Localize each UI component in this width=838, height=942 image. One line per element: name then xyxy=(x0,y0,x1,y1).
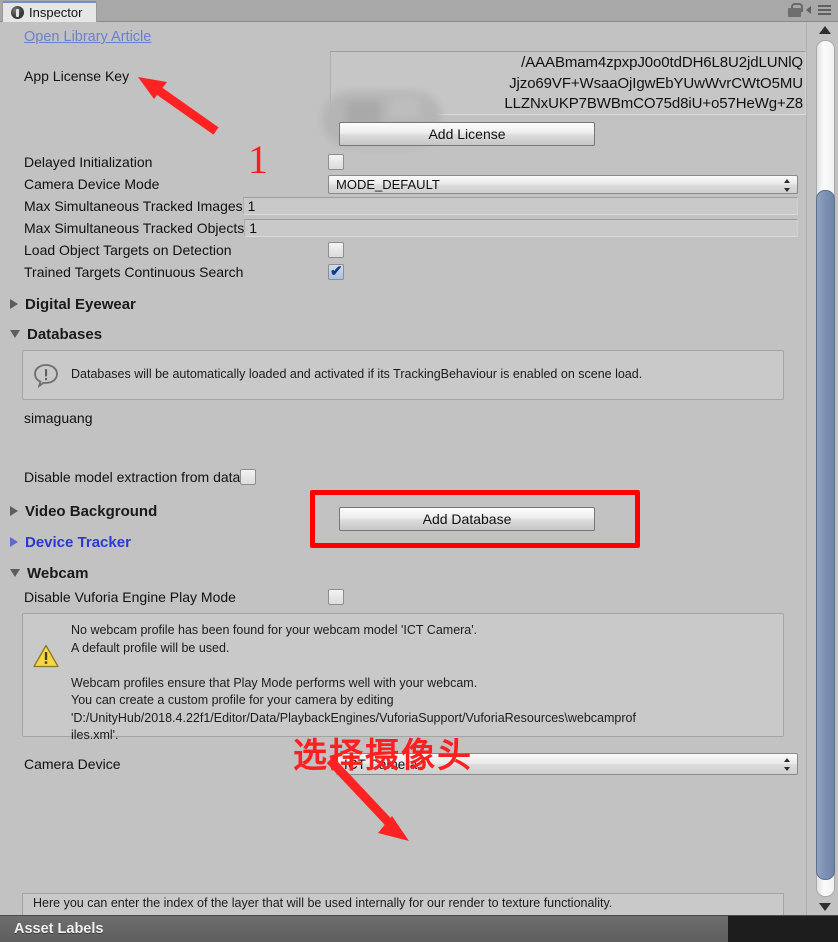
webcam-warning-text: No webcam profile has been found for you… xyxy=(71,622,636,745)
tab-strip: Inspector xyxy=(0,0,838,22)
camera-device-label: Camera Device xyxy=(24,756,121,772)
row-camera-device-mode: Camera Device Mode MODE_DEFAULT xyxy=(0,173,806,195)
database-entry-simaguang[interactable]: simaguang xyxy=(0,406,806,430)
row-disable-model-extraction: Disable model extraction from data xyxy=(0,466,806,488)
warn-line-6: iles.xml'. xyxy=(71,728,119,742)
license-line-3: LLZNxUKP7BWBmCO75d8iU+o57HeWg+Z8 xyxy=(504,95,803,112)
max-tracked-objects-label: Max Simultaneous Tracked Objects xyxy=(24,220,245,236)
annotation-chinese-note: 选择摄像头 xyxy=(293,736,473,776)
row-trained-targets-search: Trained Targets Continuous Search xyxy=(0,261,806,283)
load-object-targets-checkbox[interactable] xyxy=(328,242,344,258)
chevron-down-icon xyxy=(10,330,20,338)
section-digital-eyewear[interactable]: Digital Eyewear xyxy=(0,291,806,317)
scroll-down-arrow[interactable] xyxy=(819,903,831,911)
databases-info-text: Databases will be automatically loaded a… xyxy=(71,367,643,382)
disable-play-mode-checkbox[interactable] xyxy=(328,589,344,605)
webcam-label: Webcam xyxy=(27,564,89,582)
device-tracker-label: Device Tracker xyxy=(25,533,131,551)
asset-labels-footer: Asset Labels xyxy=(0,915,838,942)
camera-device-mode-value: MODE_DEFAULT xyxy=(336,176,440,192)
row-max-tracked-images: Max Simultaneous Tracked Images 1 xyxy=(0,195,806,217)
databases-info-box: Databases will be automatically loaded a… xyxy=(22,350,784,400)
row-disable-play-mode: Disable Vuforia Engine Play Mode xyxy=(0,586,806,608)
annotation-step-number: 1 xyxy=(248,137,268,182)
digital-eyewear-label: Digital Eyewear xyxy=(25,295,136,313)
inspector-icon xyxy=(11,6,24,19)
camera-device-mode-dropdown[interactable]: MODE_DEFAULT xyxy=(328,174,798,194)
scrollbar-thumb[interactable] xyxy=(816,190,835,880)
license-block: App License Key /AAABmam4zpxpJ0o0tdDH6L8… xyxy=(0,49,806,151)
hamburger-menu-icon[interactable] xyxy=(816,4,832,16)
chevron-down-icon xyxy=(10,569,20,577)
warn-line-2: A default profile will be used. xyxy=(71,640,230,655)
databases-label: Databases xyxy=(27,325,103,343)
max-tracked-images-label: Max Simultaneous Tracked Images xyxy=(24,198,243,214)
disable-model-extraction-label: Disable model extraction from data xyxy=(24,469,241,485)
camera-device-mode-label: Camera Device Mode xyxy=(24,176,160,192)
max-tracked-images-input[interactable]: 1 xyxy=(242,197,798,215)
add-database-button[interactable]: Add Database xyxy=(339,507,595,531)
tab-inspector[interactable]: Inspector xyxy=(2,1,98,22)
section-webcam[interactable]: Webcam xyxy=(0,560,806,586)
layer-info-box: Here you can enter the index of the laye… xyxy=(22,893,784,915)
disable-model-extraction-checkbox[interactable] xyxy=(240,469,257,485)
chevron-right-icon xyxy=(10,299,18,309)
chevron-right-icon xyxy=(10,537,18,547)
warn-line-5: 'D:/UnityHub/2018.4.22f1/Editor/Data/Pla… xyxy=(71,710,636,725)
lock-icon[interactable] xyxy=(788,3,803,17)
chevron-left-icon xyxy=(806,6,811,14)
webcam-warning-box: No webcam profile has been found for you… xyxy=(22,613,784,742)
row-max-tracked-objects: Max Simultaneous Tracked Objects 1 xyxy=(0,217,806,239)
open-library-article-link[interactable]: Open Library Article xyxy=(24,29,151,45)
warn-line-1: No webcam profile has been found for you… xyxy=(71,623,478,637)
disable-play-mode-label: Disable Vuforia Engine Play Mode xyxy=(24,589,236,605)
video-background-label: Video Background xyxy=(25,502,158,520)
scroll-up-arrow[interactable] xyxy=(819,26,831,34)
vertical-scrollbar[interactable] xyxy=(806,22,838,915)
info-icon xyxy=(33,363,59,389)
max-tracked-objects-input[interactable]: 1 xyxy=(244,219,798,237)
warning-icon xyxy=(33,644,59,668)
license-line-2: Jjzo69VF+WsaaOjIgwEbYUwWvrCWtO5MU xyxy=(509,74,803,92)
asset-labels-panel[interactable] xyxy=(728,916,838,942)
add-license-button[interactable]: Add License xyxy=(339,122,595,146)
chevron-right-icon xyxy=(10,506,18,516)
section-databases[interactable]: Databases xyxy=(0,321,806,347)
header-icons xyxy=(788,3,832,17)
row-delayed-initialization: Delayed Initialization xyxy=(0,151,806,173)
asset-labels-title: Asset Labels xyxy=(14,921,104,937)
load-object-targets-label: Load Object Targets on Detection xyxy=(24,242,232,258)
delayed-initialization-checkbox[interactable] xyxy=(328,154,344,170)
row-load-object-targets: Load Object Targets on Detection xyxy=(0,239,806,261)
warn-line-3: Webcam profiles ensure that Play Mode pe… xyxy=(71,675,478,690)
inspector-content: Open Library Article App License Key /AA… xyxy=(0,22,806,915)
license-line-1: /AAABmam4zpxpJ0o0tdDH6L8U2jdLUNlQ xyxy=(521,54,803,71)
warn-line-4: You can create a custom profile for your… xyxy=(71,693,394,707)
updown-arrows-icon xyxy=(784,178,791,192)
inspector-window: Inspector Open Library Article App Licen… xyxy=(0,0,838,942)
tab-inspector-label: Inspector xyxy=(29,5,83,20)
license-label: App License Key xyxy=(24,68,130,84)
trained-targets-search-checkbox[interactable] xyxy=(328,262,344,280)
trained-targets-search-label: Trained Targets Continuous Search xyxy=(24,264,244,280)
updown-arrows-icon xyxy=(784,758,791,771)
section-device-tracker[interactable]: Device Tracker xyxy=(0,529,806,555)
delayed-initialization-label: Delayed Initialization xyxy=(24,154,153,170)
